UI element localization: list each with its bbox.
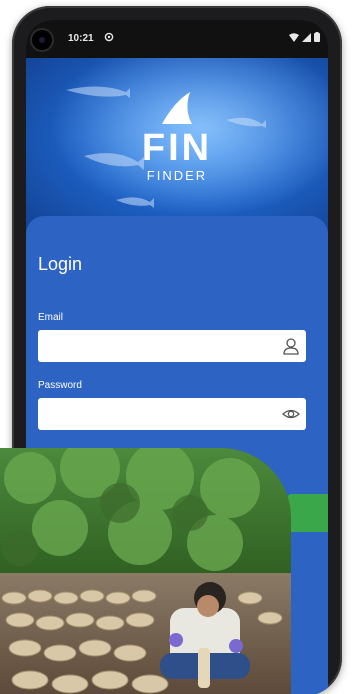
wifi-icon [289, 32, 299, 42]
battery-icon [314, 32, 320, 42]
user-icon[interactable] [282, 337, 300, 355]
email-field[interactable] [38, 330, 306, 362]
front-camera [32, 30, 52, 50]
password-field[interactable] [38, 398, 306, 430]
logo-title: FIN [141, 127, 213, 169]
fieldwork-photo [0, 448, 291, 694]
status-time: 10:21 [68, 33, 94, 44]
fieldwork-photo-image [0, 448, 291, 694]
status-icons [289, 32, 320, 42]
login-title: Login [38, 254, 83, 274]
status-bar: 10:21 [26, 20, 328, 58]
sync-icon [104, 32, 114, 42]
app-logo: FIN FINDER [26, 92, 328, 183]
shark-fin-icon [162, 92, 192, 124]
password-label: Password [38, 380, 82, 391]
logo-subtitle: FINDER [146, 168, 208, 183]
cell-signal-icon [302, 32, 311, 42]
email-label: Email [38, 312, 64, 323]
login-button[interactable] [288, 494, 328, 532]
hero-banner: FIN FINDER [26, 58, 328, 238]
eye-icon[interactable] [282, 405, 300, 423]
page: 10:21 FIN FINDER Login Email Password [0, 0, 356, 694]
